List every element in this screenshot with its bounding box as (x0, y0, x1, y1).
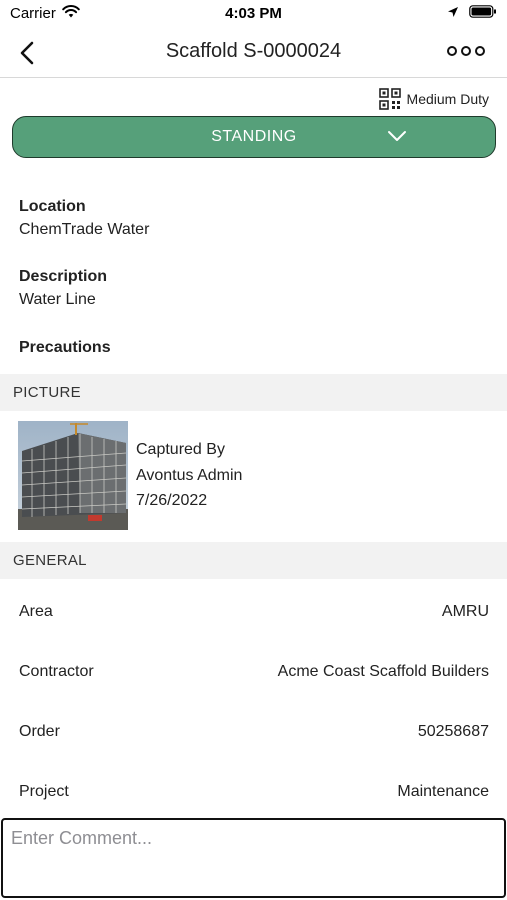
captured-by-label: Captured By (136, 441, 225, 458)
general-row-project[interactable]: Project Maintenance (0, 763, 507, 823)
row-value: 50258687 (417, 723, 489, 740)
comment-box (1, 818, 506, 898)
general-section-header: GENERAL (0, 542, 507, 579)
status-right (447, 5, 497, 23)
location-arrow-icon (447, 5, 459, 23)
location-value: ChemTrade Water (19, 221, 150, 238)
scaffold-photo[interactable] (18, 421, 128, 530)
row-label: Contractor (19, 663, 94, 680)
chevron-down-icon (388, 131, 406, 141)
duty-label: Medium Duty (406, 91, 489, 107)
general-section-title: GENERAL (13, 552, 87, 569)
row-label: Order (19, 723, 60, 740)
description-value: Water Line (19, 291, 96, 308)
general-row-area[interactable]: Area AMRU (0, 583, 507, 643)
qr-code-icon (378, 88, 401, 110)
row-value: AMRU (441, 603, 489, 620)
location-label: Location (19, 198, 86, 215)
status-time: 4:03 PM (225, 5, 282, 22)
row-label: Area (19, 603, 53, 620)
general-row-contractor[interactable]: Contractor Acme Coast Scaffold Builders (0, 643, 507, 703)
page-title: Scaffold S-0000024 (165, 40, 342, 62)
more-icon-dot (475, 46, 485, 56)
row-value: Maintenance (397, 783, 489, 800)
captured-date: 7/26/2022 (136, 492, 208, 509)
captured-by-value: Avontus Admin (136, 467, 243, 484)
row-value: Acme Coast Scaffold Builders (277, 663, 489, 680)
row-label: Project (19, 783, 69, 800)
status-dropdown[interactable]: STANDING (12, 116, 496, 158)
more-icon-dot (461, 46, 471, 56)
more-button[interactable] (447, 42, 485, 60)
navigation-bar: Scaffold S-0000024 (0, 28, 507, 78)
battery-icon (469, 5, 497, 23)
duty-indicator[interactable]: Medium Duty (378, 88, 489, 110)
picture-section-header: PICTURE (0, 374, 507, 411)
more-icon-dot (447, 46, 457, 56)
comment-input[interactable] (3, 820, 504, 896)
picture-section-title: PICTURE (13, 384, 81, 401)
status-bar: Carrier 4:03 PM (0, 0, 507, 28)
status-value: STANDING (211, 128, 297, 145)
description-label: Description (19, 268, 108, 285)
general-row-order[interactable]: Order 50258687 (0, 703, 507, 763)
precautions-label: Precautions (19, 339, 111, 356)
